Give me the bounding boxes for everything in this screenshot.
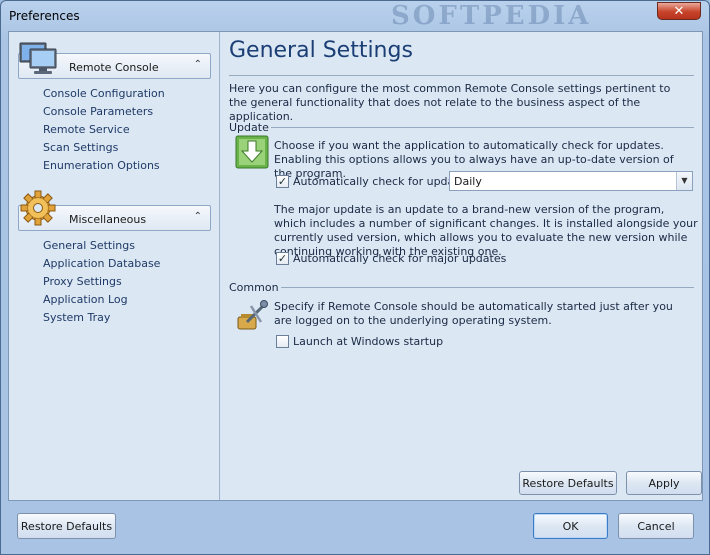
sidebar-item-console-parameters[interactable]: Console Parameters — [43, 103, 165, 121]
dialog-footer: Restore Defaults OK Cancel — [1, 502, 709, 554]
settings-panel: General Settings Here you can configure … — [221, 32, 702, 500]
group-label: Remote Console — [69, 61, 159, 74]
tools-icon — [237, 300, 268, 330]
common-section-divider — [281, 287, 694, 288]
close-button[interactable]: ✕ — [657, 2, 701, 20]
nav-list-remote-console: Console Configuration Console Parameters… — [43, 85, 165, 175]
launch-startup-checkbox[interactable] — [276, 335, 289, 348]
auto-update-label: Automatically check for updates: — [293, 175, 475, 188]
major-update-label: Automatically check for major updates — [293, 252, 507, 265]
nav-list-miscellaneous: General Settings Application Database Pr… — [43, 237, 160, 327]
sidebar-item-general-settings[interactable]: General Settings — [43, 237, 160, 255]
common-description: Specify if Remote Console should be auto… — [274, 300, 673, 327]
chevron-down-icon[interactable]: ▼ — [676, 172, 692, 190]
sidebar-item-application-database[interactable]: Application Database — [43, 255, 160, 273]
sidebar: Remote Console ⌃ Console Configuration C… — [9, 32, 220, 500]
gear-icon — [20, 190, 56, 226]
major-update-checkbox[interactable]: ✓ — [276, 252, 289, 265]
client-area: Remote Console ⌃ Console Configuration C… — [8, 31, 703, 501]
common-section-heading: Common — [229, 281, 279, 294]
update-frequency-value: Daily — [454, 175, 482, 188]
cancel-button[interactable]: Cancel — [618, 513, 694, 539]
title-bar[interactable]: Preferences SOFTPEDIA ✕ — [1, 1, 709, 31]
sidebar-item-console-configuration[interactable]: Console Configuration — [43, 85, 165, 103]
download-arrow-icon — [235, 135, 269, 169]
update-section-divider — [271, 127, 694, 128]
watermark-logo: SOFTPEDIA — [391, 1, 592, 31]
auto-update-checkbox[interactable]: ✓ — [276, 175, 289, 188]
chevron-up-icon[interactable]: ⌃ — [194, 59, 202, 70]
monitor-icon — [19, 42, 57, 74]
window-title: Preferences — [9, 9, 80, 23]
launch-startup-label: Launch at Windows startup — [293, 335, 444, 348]
close-icon: ✕ — [673, 3, 685, 19]
intro-text: Here you can configure the most common R… — [229, 82, 671, 123]
preferences-window: Preferences SOFTPEDIA ✕ Remote Console ⌃… — [0, 0, 710, 555]
update-frequency-dropdown[interactable]: Daily ▼ — [449, 171, 693, 191]
restore-defaults-button[interactable]: Restore Defaults — [17, 513, 116, 539]
sidebar-item-scan-settings[interactable]: Scan Settings — [43, 139, 165, 157]
group-label: Miscellaneous — [69, 213, 147, 226]
sidebar-item-enumeration-options[interactable]: Enumeration Options — [43, 157, 165, 175]
sidebar-item-application-log[interactable]: Application Log — [43, 291, 160, 309]
apply-button[interactable]: Apply — [626, 471, 702, 495]
panel-restore-defaults-button[interactable]: Restore Defaults — [519, 471, 617, 495]
update-section-heading: Update — [229, 121, 269, 134]
page-title: General Settings — [229, 38, 413, 63]
chevron-up-icon[interactable]: ⌃ — [194, 211, 202, 222]
title-divider — [229, 75, 694, 76]
sidebar-item-system-tray[interactable]: System Tray — [43, 309, 160, 327]
sidebar-item-proxy-settings[interactable]: Proxy Settings — [43, 273, 160, 291]
sidebar-item-remote-service[interactable]: Remote Service — [43, 121, 165, 139]
major-update-description: The major update is an update to a brand… — [274, 203, 698, 258]
ok-button[interactable]: OK — [533, 513, 608, 539]
